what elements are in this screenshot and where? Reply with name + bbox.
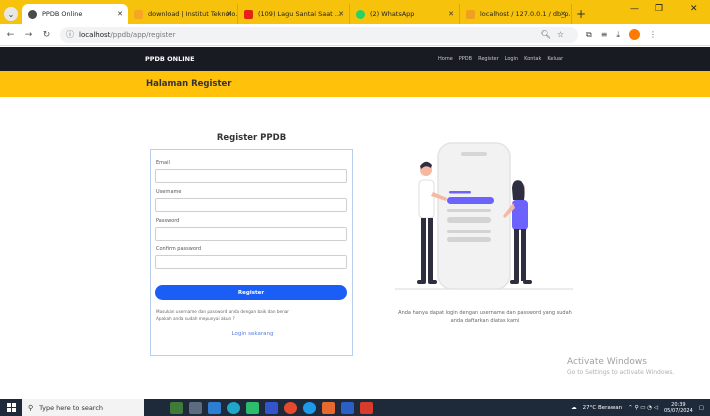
close-window-icon[interactable]: ✕	[690, 4, 698, 14]
widget-icon[interactable]	[170, 401, 183, 414]
browser-tab-strip: ⌄ PPDB Online ✕ download | Institut Tekn…	[0, 0, 710, 24]
password-label: Password	[156, 218, 180, 224]
browser-toolbar: ← → ↻ ⓘ localhost/ppdb/app/register 🔍︎☆ …	[0, 24, 710, 46]
form-note: Masukan username dan password anda denga…	[156, 309, 290, 314]
chrome-icon[interactable]	[284, 401, 297, 414]
page-banner: Halaman Register	[0, 71, 710, 97]
menu-item-keluar[interactable]: Keluar	[547, 56, 563, 62]
password-field[interactable]	[155, 227, 347, 241]
confirm-password-field[interactable]	[155, 255, 347, 269]
confirm-password-label: Confirm password	[156, 246, 202, 252]
search-icon: ⚲	[28, 403, 34, 412]
info-line-2: anda daftarkan diatas kami	[450, 318, 520, 324]
site-info-icon[interactable]: ⓘ	[66, 29, 74, 40]
email-field[interactable]	[155, 169, 347, 183]
tab-phpmyadmin[interactable]: localhost / 127.0.0.1 / db_p… ✕	[460, 4, 572, 24]
register-illustration	[395, 142, 573, 290]
system-tray: ☁ 27°C Berawan ⌃ ⚲ ▭ ◔ ◁ 20:39 05/07/202…	[571, 399, 704, 416]
weather-text[interactable]: 27°C Berawan	[583, 405, 622, 411]
close-icon[interactable]: ✕	[560, 10, 566, 18]
download-icon[interactable]: ⤓	[616, 30, 620, 40]
menu-item-home[interactable]: Home	[438, 56, 453, 62]
tab-search-button[interactable]: ⌄	[0, 4, 22, 24]
task-view-icon[interactable]	[189, 401, 202, 414]
tab-download[interactable]: download | Institut Teknolo… ✕	[128, 4, 238, 24]
document-icon	[134, 9, 143, 19]
app-icon[interactable]	[360, 401, 373, 414]
address-bar[interactable]: ⓘ localhost/ppdb/app/register 🔍︎☆	[60, 26, 578, 43]
tab-title: PPDB Online	[42, 10, 83, 18]
taskbar-search[interactable]: ⚲ Type here to search	[22, 399, 144, 416]
chrome-profile-icon[interactable]	[303, 401, 316, 414]
menu-item-ppdb[interactable]: PPDB	[459, 56, 472, 62]
close-icon[interactable]: ✕	[448, 10, 454, 18]
extensions-icon[interactable]: ⧉	[586, 30, 592, 40]
watermark-subtitle: Go to Settings to activate Windows.	[567, 369, 675, 376]
tab-youtube[interactable]: (109) Lagu Santai Saat … ✕	[238, 4, 350, 24]
close-icon[interactable]: ✕	[338, 10, 344, 18]
register-form: Email Username Password Confirm password…	[150, 149, 353, 356]
email-label: Email	[156, 160, 170, 166]
photoshop-icon[interactable]	[265, 401, 278, 414]
store-icon[interactable]	[246, 401, 259, 414]
account-question: Apakah anda sudah mepunyai akun ?	[156, 316, 235, 321]
register-button[interactable]: Register	[155, 285, 347, 300]
edge-icon[interactable]	[227, 401, 240, 414]
zoom-icon[interactable]: 🔍︎	[541, 30, 557, 39]
username-label: Username	[156, 189, 182, 195]
more-menu-icon[interactable]: ⋮	[649, 30, 657, 39]
close-icon[interactable]: ✕	[226, 10, 232, 18]
tab-title: (2) WhatsApp	[370, 10, 415, 18]
taskbar-apps	[170, 401, 373, 414]
url-path: /ppdb/app/register	[110, 30, 176, 39]
form-heading: Register PPDB	[216, 133, 287, 143]
forward-icon[interactable]: →	[21, 30, 36, 40]
search-placeholder: Type here to search	[39, 403, 104, 412]
reload-icon[interactable]: ↻	[39, 30, 54, 40]
start-button[interactable]	[0, 403, 22, 412]
menu-item-register[interactable]: Register	[478, 56, 499, 62]
mail-icon[interactable]	[208, 401, 221, 414]
watermark-title: Activate Windows	[567, 357, 647, 367]
site-brand[interactable]: PPDB ONLINE	[145, 55, 195, 63]
tray-icons[interactable]: ⌃ ⚲ ▭ ◔ ◁	[628, 405, 658, 411]
site-navbar: PPDB ONLINE Home PPDB Register Login Kon…	[0, 47, 710, 71]
info-line-1: Anda hanya dapat login dengan username d…	[398, 310, 572, 316]
bookmark-star-icon[interactable]: ☆	[557, 30, 570, 39]
word-icon[interactable]	[341, 401, 354, 414]
clock[interactable]: 20:39 05/07/2024	[664, 402, 693, 414]
minimize-icon[interactable]: —	[630, 4, 639, 14]
youtube-icon	[244, 9, 253, 19]
login-link[interactable]: Login sekarang	[151, 331, 354, 337]
globe-icon	[28, 9, 37, 19]
menu-item-login[interactable]: Login	[505, 56, 519, 62]
close-icon[interactable]: ✕	[117, 10, 123, 18]
app-icon[interactable]	[322, 401, 335, 414]
chevron-down-icon: ⌄	[4, 7, 18, 21]
whatsapp-icon	[356, 9, 365, 19]
activate-windows-watermark: Activate Windows Go to Settings to activ…	[567, 357, 674, 376]
site-menu: Home PPDB Register Login Kontak Keluar	[438, 56, 563, 62]
maximize-icon[interactable]: ❐	[655, 4, 663, 14]
username-field[interactable]	[155, 198, 347, 212]
reading-list-icon[interactable]: ≡	[601, 30, 608, 39]
new-tab-button[interactable]: +	[572, 4, 590, 24]
weather-icon[interactable]: ☁	[571, 405, 577, 411]
page-title: Halaman Register	[146, 79, 232, 89]
notification-icon[interactable]: ▢	[699, 405, 704, 411]
tab-ppdb-online[interactable]: PPDB Online ✕	[22, 4, 128, 24]
database-icon	[466, 9, 475, 19]
url-host: localhost	[79, 30, 111, 39]
tab-title: localhost / 127.0.0.1 / db_p…	[480, 10, 572, 18]
windows-logo-icon	[6, 403, 16, 412]
tab-title: (109) Lagu Santai Saat …	[258, 10, 342, 18]
tab-whatsapp[interactable]: (2) WhatsApp ✕	[350, 4, 460, 24]
windows-taskbar: ⚲ Type here to search ☁ 27°C Berawan ⌃ ⚲…	[0, 399, 710, 416]
profile-avatar[interactable]	[628, 29, 640, 40]
back-icon[interactable]: ←	[3, 30, 18, 40]
tab-title: download | Institut Teknolo…	[148, 10, 238, 18]
menu-item-kontak[interactable]: Kontak	[524, 56, 541, 62]
date: 05/07/2024	[663, 407, 693, 414]
info-text: Anda hanya dapat login dengan username d…	[370, 309, 600, 325]
